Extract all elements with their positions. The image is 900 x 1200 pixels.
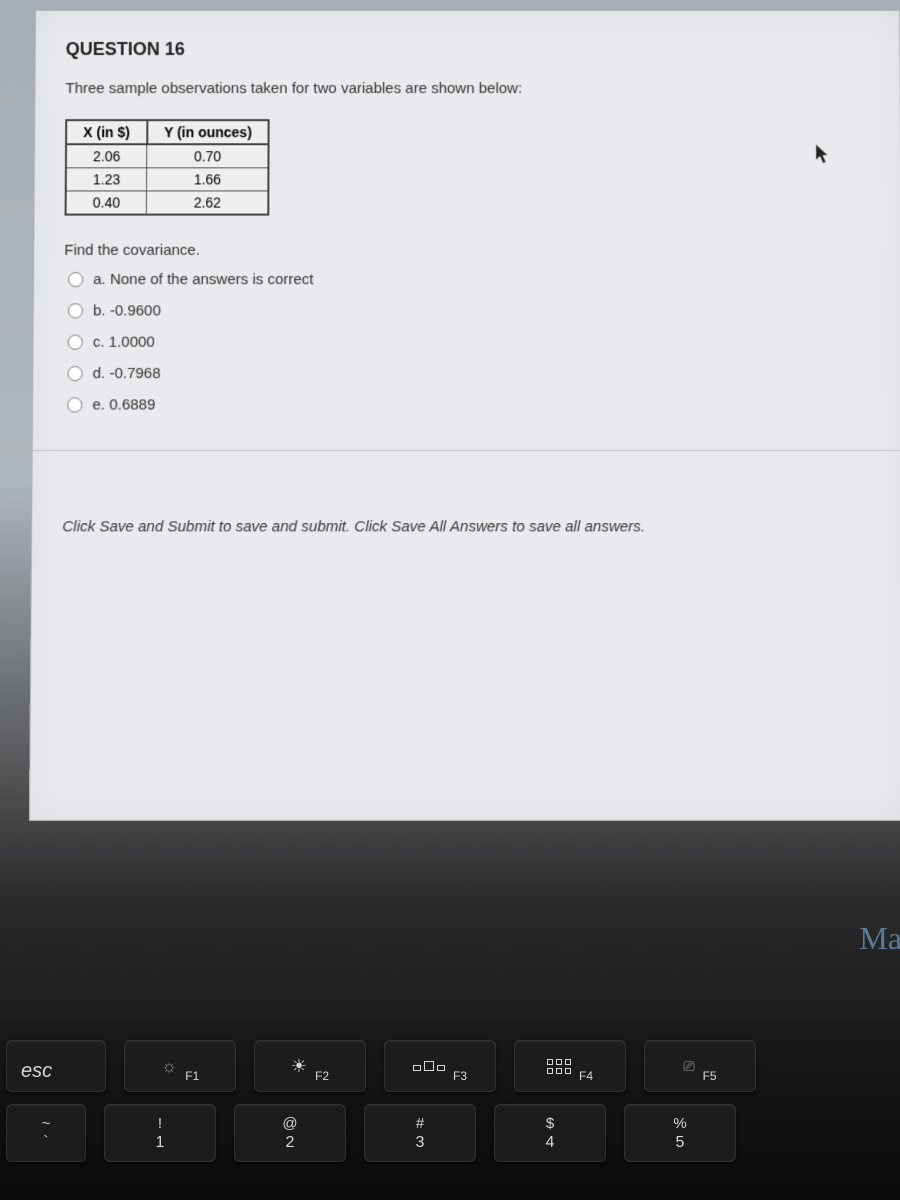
option-label: e. 0.6889 [92, 396, 155, 413]
1-key[interactable]: ! 1 [104, 1104, 216, 1162]
f2-key[interactable]: ☀ F2 [254, 1040, 366, 1092]
key-bottom: 4 [546, 1134, 555, 1152]
3-key[interactable]: # 3 [364, 1104, 476, 1162]
data-table: X (in $) Y (in ounces) 2.06 0.70 1.23 1.… [65, 119, 270, 215]
tilde-key[interactable]: ~ ` [6, 1104, 86, 1162]
question-header: QUESTION 16 [36, 11, 900, 70]
key-top: % [673, 1115, 686, 1132]
option-b[interactable]: b. -0.9600 [68, 302, 871, 319]
key-bottom: ` [43, 1134, 48, 1152]
option-label: c. 1.0000 [93, 334, 155, 351]
option-c[interactable]: c. 1.0000 [68, 334, 872, 351]
key-label: F2 [315, 1069, 329, 1083]
question-prompt: Three sample observations taken for two … [65, 80, 869, 97]
cell: 1.66 [147, 168, 269, 191]
radio-e[interactable] [67, 397, 82, 412]
partial-text: Ma [859, 920, 900, 957]
cell: 0.40 [66, 191, 147, 215]
keyboard: esc ☼ F1 ☀ F2 F3 F4 ⎚ F5 ~ ` [0, 1020, 900, 1200]
option-e[interactable]: e. 0.6889 [67, 396, 872, 413]
key-bottom: 2 [286, 1134, 295, 1152]
table-row: 0.40 2.62 [66, 191, 269, 215]
fn-row: esc ☼ F1 ☀ F2 F3 F4 ⎚ F5 [6, 1040, 894, 1092]
cell: 2.62 [147, 191, 269, 215]
esc-key[interactable]: esc [6, 1040, 106, 1092]
radio-c[interactable] [68, 335, 83, 350]
radio-d[interactable] [67, 366, 82, 381]
table-row: 1.23 1.66 [66, 168, 269, 191]
option-a[interactable]: a. None of the answers is correct [68, 271, 871, 288]
radio-a[interactable] [68, 272, 83, 287]
cell: 2.06 [66, 144, 147, 168]
f1-key[interactable]: ☼ F1 [124, 1040, 236, 1092]
table-header-y: Y (in ounces) [147, 120, 269, 144]
brightness-up-icon: ☀ [291, 1056, 307, 1077]
4-key[interactable]: $ 4 [494, 1104, 606, 1162]
table-header-row: X (in $) Y (in ounces) [66, 120, 269, 144]
key-top: ~ [42, 1115, 51, 1132]
footer-instruction: Click Save and Submit to save and submit… [32, 492, 900, 562]
key-label: F1 [185, 1069, 199, 1083]
quiz-panel: QUESTION 16 Three sample observations ta… [29, 10, 900, 821]
question-body: Three sample observations taken for two … [32, 70, 900, 492]
key-label: F4 [579, 1069, 593, 1083]
brightness-down-icon: ☼ [161, 1056, 178, 1077]
key-label: F3 [453, 1069, 467, 1083]
f4-key[interactable]: F4 [514, 1040, 626, 1092]
radio-b[interactable] [68, 303, 83, 318]
option-label: d. -0.7968 [93, 365, 161, 382]
cell: 0.70 [147, 144, 269, 168]
key-top: # [416, 1115, 424, 1132]
f3-key[interactable]: F3 [384, 1040, 496, 1092]
mission-control-icon [413, 1061, 445, 1071]
option-d[interactable]: d. -0.7968 [67, 365, 871, 382]
key-top: @ [282, 1115, 297, 1132]
keyboard-dim-icon: ⎚ [683, 1058, 694, 1075]
key-bottom: 1 [156, 1134, 165, 1152]
key-top: $ [546, 1115, 554, 1132]
cursor-icon [814, 143, 830, 165]
table-row: 2.06 0.70 [66, 144, 269, 168]
subprompt: Find the covariance. [64, 242, 870, 259]
launchpad-icon [547, 1059, 571, 1074]
num-row: ~ ` ! 1 @ 2 # 3 $ 4 % 5 [6, 1104, 894, 1162]
5-key[interactable]: % 5 [624, 1104, 736, 1162]
table-header-x: X (in $) [66, 120, 147, 144]
divider [33, 450, 900, 451]
option-label: b. -0.9600 [93, 302, 161, 319]
cell: 1.23 [66, 168, 147, 191]
answer-options: a. None of the answers is correct b. -0.… [63, 271, 872, 414]
2-key[interactable]: @ 2 [234, 1104, 346, 1162]
key-bottom: 5 [676, 1134, 685, 1152]
key-bottom: 3 [416, 1134, 425, 1152]
f5-key[interactable]: ⎚ F5 [644, 1040, 756, 1092]
key-label: F5 [703, 1069, 717, 1083]
option-label: a. None of the answers is correct [93, 271, 313, 288]
key-top: ! [158, 1115, 162, 1132]
